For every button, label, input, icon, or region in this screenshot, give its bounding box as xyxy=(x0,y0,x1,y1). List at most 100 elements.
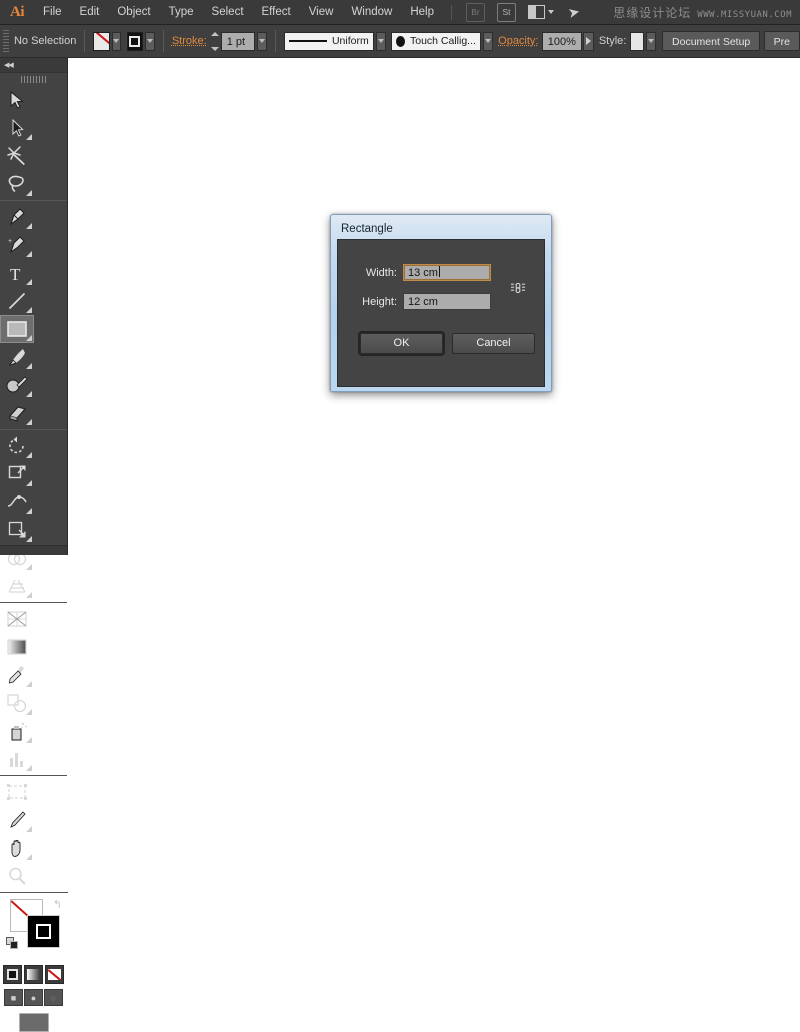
tool-flyout-indicator xyxy=(26,419,32,425)
opacity-input[interactable]: 100% xyxy=(542,32,582,51)
stroke-weight-input[interactable]: 1 pt xyxy=(221,32,255,51)
screen-mode-button[interactable] xyxy=(19,1013,49,1032)
tool-flyout-indicator xyxy=(26,826,32,832)
tools-panel: ◀◀ + T ↰ ■ ● ○ xyxy=(0,58,68,555)
watermark-cn-text: 思缘设计论坛 xyxy=(613,4,691,21)
tool-flyout-indicator xyxy=(26,279,32,285)
tool-free-transform[interactable] xyxy=(0,516,34,544)
tool-width[interactable] xyxy=(0,488,34,516)
no-fill-slash-icon xyxy=(94,32,110,51)
tool-symbol-sprayer[interactable] xyxy=(0,717,34,745)
style-label: Style: xyxy=(599,35,627,47)
opacity-label[interactable]: Opacity: xyxy=(498,35,538,47)
tool-flyout-indicator xyxy=(26,854,32,860)
tool-perspective-grid[interactable] xyxy=(0,572,34,600)
tool-type[interactable]: T xyxy=(0,259,34,287)
tool-flyout-indicator xyxy=(26,765,32,771)
tool-eyedropper[interactable] xyxy=(0,661,34,689)
tool-column-graph[interactable] xyxy=(0,745,34,773)
menu-effect[interactable]: Effect xyxy=(253,0,300,24)
color-mode-button[interactable] xyxy=(3,965,22,984)
tool-mesh[interactable] xyxy=(0,605,34,633)
tool-blend[interactable] xyxy=(0,689,34,717)
stroke-weight-dropdown-button[interactable] xyxy=(257,32,267,51)
tool-scale[interactable] xyxy=(0,460,34,488)
tool-add-anchor-point[interactable]: + xyxy=(0,231,34,259)
control-bar-grip[interactable] xyxy=(3,30,9,53)
swap-fill-stroke-icon[interactable]: ↰ xyxy=(53,898,62,911)
none-mode-button[interactable] xyxy=(45,965,64,984)
tool-paintbrush[interactable] xyxy=(0,343,34,371)
document-setup-button[interactable]: Document Setup xyxy=(662,31,760,51)
stroke-weight-label[interactable]: Stroke: xyxy=(172,35,207,47)
illustrator-window: Ai File Edit Object Type Select Effect V… xyxy=(0,0,800,555)
constrain-proportions-icon[interactable] xyxy=(508,278,528,298)
menu-window[interactable]: Window xyxy=(342,0,401,24)
tool-hand[interactable] xyxy=(0,834,34,862)
tool-artboard[interactable] xyxy=(0,778,34,806)
graphic-style-swatch[interactable] xyxy=(630,32,645,51)
stroke-swatch-button[interactable] xyxy=(127,32,144,51)
preferences-button[interactable]: Pre xyxy=(764,31,800,51)
stroke-profile-value: Uniform xyxy=(332,35,369,47)
tool-lasso[interactable] xyxy=(0,170,34,198)
tools-divider xyxy=(0,775,67,776)
tools-panel-grip[interactable] xyxy=(0,73,67,86)
bridge-button[interactable]: Br xyxy=(466,3,485,22)
tool-selection[interactable] xyxy=(0,86,34,114)
tool-rotate[interactable] xyxy=(0,432,34,460)
tool-line-segment[interactable] xyxy=(0,287,34,315)
width-input[interactable]: 13 cm xyxy=(403,264,491,281)
cancel-button[interactable]: Cancel xyxy=(452,333,535,354)
tool-slice[interactable] xyxy=(0,806,34,834)
default-fill-stroke-icon[interactable] xyxy=(6,937,19,950)
menu-edit[interactable]: Edit xyxy=(71,0,109,24)
tool-gradient[interactable] xyxy=(0,633,34,661)
tools-divider xyxy=(0,602,67,603)
stroke-profile-dropdown-button[interactable] xyxy=(376,32,386,51)
fill-swatch-button[interactable] xyxy=(93,32,110,51)
fill-dropdown-button[interactable] xyxy=(112,32,122,51)
tool-magic-wand[interactable] xyxy=(0,142,34,170)
menu-type[interactable]: Type xyxy=(160,0,203,24)
menu-select[interactable]: Select xyxy=(203,0,253,24)
graphic-style-dropdown-button[interactable] xyxy=(646,32,656,51)
tool-zoom[interactable] xyxy=(0,862,34,890)
workspace-switcher[interactable] xyxy=(528,5,554,19)
menu-file[interactable]: File xyxy=(34,0,71,24)
menu-object[interactable]: Object xyxy=(108,0,159,24)
tools-panel-header[interactable]: ◀◀ xyxy=(0,58,67,73)
stock-button[interactable]: St xyxy=(497,3,516,22)
tool-rectangle[interactable] xyxy=(0,315,34,343)
tool-flyout-indicator xyxy=(26,335,32,341)
tool-direct-selection[interactable] xyxy=(0,114,34,142)
draw-behind-button[interactable]: ● xyxy=(24,989,43,1006)
brush-dropdown-button[interactable] xyxy=(483,32,493,51)
stroke-weight-stepper[interactable] xyxy=(211,32,219,51)
brush-icon xyxy=(396,36,405,47)
menu-help[interactable]: Help xyxy=(401,0,443,24)
tool-eraser[interactable] xyxy=(0,399,34,427)
color-mode-buttons xyxy=(0,965,67,984)
rocket-icon[interactable]: ➤ xyxy=(566,2,581,21)
ok-button[interactable]: OK xyxy=(360,333,443,354)
watermark-url-text: WWW.MISSYUAN.COM xyxy=(697,10,792,20)
menu-view[interactable]: View xyxy=(300,0,343,24)
stroke-color-swatch[interactable] xyxy=(27,915,60,948)
width-input-value: 13 cm xyxy=(408,267,438,279)
collapse-panel-icon[interactable]: ◀◀ xyxy=(4,61,13,69)
draw-normal-button[interactable]: ■ xyxy=(4,989,23,1006)
stroke-dropdown-button[interactable] xyxy=(145,32,155,51)
chevron-down-icon xyxy=(548,10,554,14)
opacity-flyout-button[interactable] xyxy=(583,32,594,51)
selection-status-label: No Selection xyxy=(14,35,76,47)
gradient-mode-button[interactable] xyxy=(24,965,43,984)
draw-inside-button[interactable]: ○ xyxy=(44,989,63,1006)
brush-definition-combo[interactable]: Touch Callig... xyxy=(391,32,481,51)
height-input[interactable]: 12 cm xyxy=(403,293,491,310)
tool-flyout-indicator xyxy=(26,391,32,397)
tool-pen[interactable] xyxy=(0,203,34,231)
stroke-profile-combo[interactable]: Uniform xyxy=(284,32,374,51)
dialog-title: Rectangle xyxy=(337,221,545,237)
tool-pencil[interactable] xyxy=(0,371,34,399)
